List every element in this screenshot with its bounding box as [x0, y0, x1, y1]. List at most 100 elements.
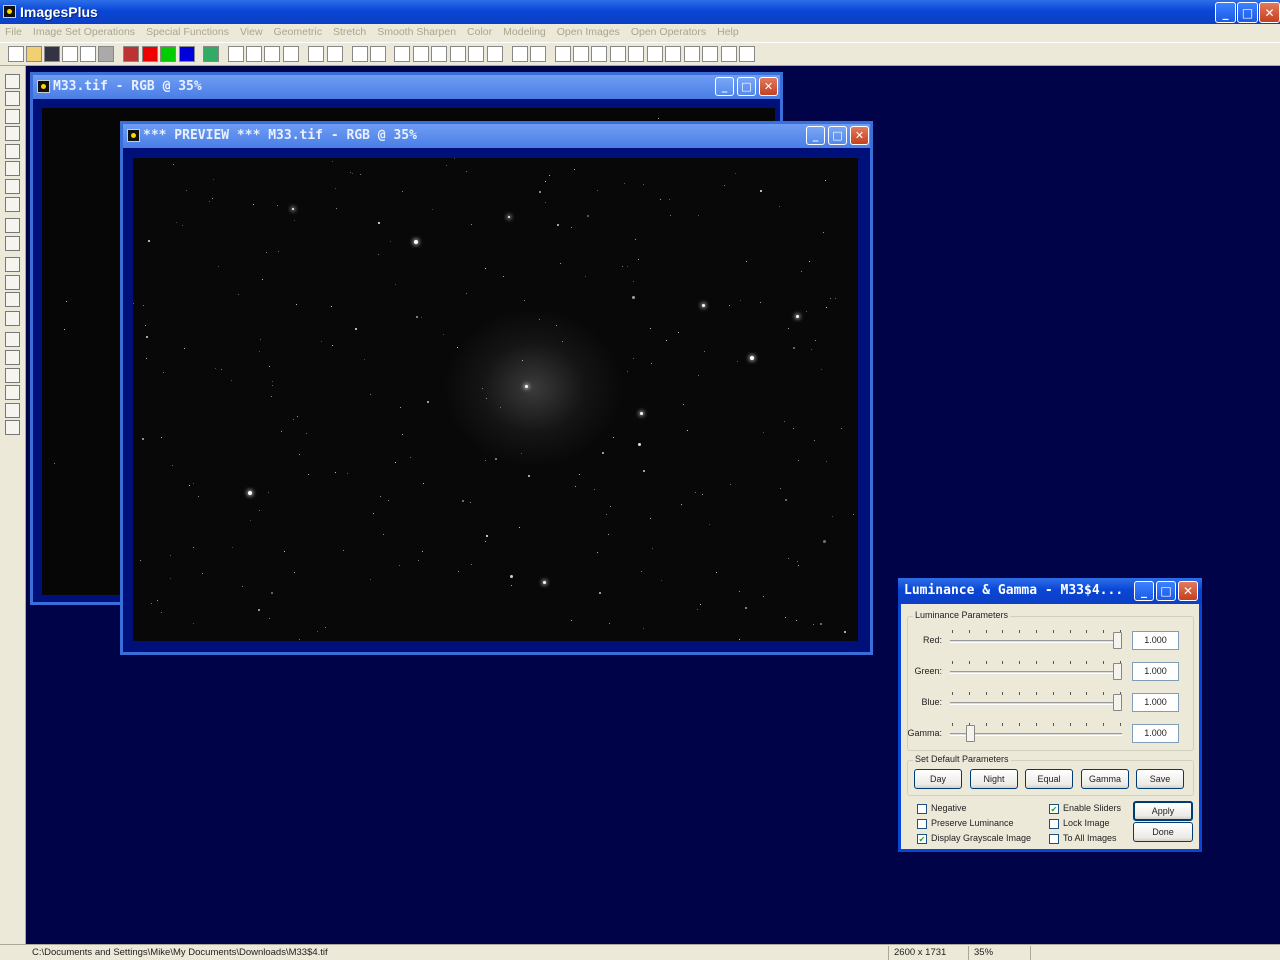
- slider-value-0[interactable]: 1.000: [1132, 631, 1179, 650]
- gradient-icon[interactable]: [5, 236, 20, 251]
- line-dots-icon[interactable]: [352, 46, 368, 62]
- square-tiny-icon[interactable]: [721, 46, 737, 62]
- preset-button-gamma[interactable]: Gamma: [1081, 769, 1129, 789]
- slider-track-2[interactable]: [950, 702, 1122, 705]
- menu-item[interactable]: Open Images: [557, 24, 625, 42]
- app-minimize-button[interactable]: _: [1215, 2, 1236, 23]
- checkbox-to-all-images[interactable]: [1049, 834, 1059, 844]
- move-icon[interactable]: [5, 332, 20, 347]
- menu-item[interactable]: Modeling: [503, 24, 551, 42]
- new-file-icon[interactable]: [8, 46, 24, 62]
- zoom-reset-icon[interactable]: [610, 46, 626, 62]
- checkbox-enable-sliders[interactable]: ✔: [1049, 804, 1059, 814]
- menu-item[interactable]: Special Functions: [146, 24, 234, 42]
- color-picker-icon[interactable]: [487, 46, 503, 62]
- box-select-icon[interactable]: [5, 257, 20, 272]
- checkbox-preserve-luminance[interactable]: [917, 819, 927, 829]
- menu-item[interactable]: View: [240, 24, 268, 42]
- point-red-icon[interactable]: [327, 46, 343, 62]
- redo-all-icon[interactable]: [283, 46, 299, 62]
- clock-icon[interactable]: [5, 218, 20, 233]
- preview-image-window[interactable]: *** PREVIEW *** M33.tif - RGB @ 35% _ □ …: [120, 121, 873, 655]
- dialog-close-button[interactable]: ✕: [1178, 581, 1198, 601]
- menu-item[interactable]: File: [5, 24, 27, 42]
- slider-thumb-0[interactable]: [1113, 632, 1122, 649]
- preset-button-equal[interactable]: Equal: [1025, 769, 1073, 789]
- slider-value-3[interactable]: 1.000: [1132, 724, 1179, 743]
- preset-button-day[interactable]: Day: [914, 769, 962, 789]
- layers-icon[interactable]: [5, 179, 20, 194]
- slider-value-1[interactable]: 1.000: [1132, 662, 1179, 681]
- preset-button-save[interactable]: Save: [1136, 769, 1184, 789]
- checkbox-negative[interactable]: [917, 804, 927, 814]
- pencil-icon[interactable]: [512, 46, 528, 62]
- red-channel-tool-icon[interactable]: [5, 109, 20, 124]
- undo-all-icon[interactable]: [264, 46, 280, 62]
- crop-red-icon[interactable]: [5, 311, 20, 326]
- dialog-minimize-button[interactable]: _: [1134, 581, 1154, 601]
- arrow-up-icon[interactable]: [5, 350, 20, 365]
- scatter-icon[interactable]: [370, 46, 386, 62]
- black-square-icon[interactable]: [5, 91, 20, 106]
- copy-icon[interactable]: [98, 46, 114, 62]
- arrow-right-icon[interactable]: [5, 368, 20, 383]
- preview-window-titlebar[interactable]: *** PREVIEW *** M33.tif - RGB @ 35% _ □ …: [123, 124, 870, 148]
- slider-track-1[interactable]: [950, 671, 1122, 674]
- flip-icon[interactable]: [5, 420, 20, 435]
- square-large-icon[interactable]: [665, 46, 681, 62]
- menu-item[interactable]: Smooth Sharpen: [377, 24, 461, 42]
- apply-button[interactable]: Apply: [1133, 801, 1193, 821]
- preview-image-canvas[interactable]: [133, 158, 858, 641]
- app-close-button[interactable]: ✕: [1259, 2, 1280, 23]
- app-maximize-button[interactable]: □: [1237, 2, 1258, 23]
- checkbox-lock-image[interactable]: [1049, 819, 1059, 829]
- slider-thumb-1[interactable]: [1113, 663, 1122, 680]
- levels-icon[interactable]: [413, 46, 429, 62]
- crosshair-add-icon[interactable]: [431, 46, 447, 62]
- slider-thumb-2[interactable]: [1113, 694, 1122, 711]
- checkbox-display-grayscale-image[interactable]: ✔: [917, 834, 927, 844]
- save-icon[interactable]: [44, 46, 60, 62]
- grid-icon[interactable]: [468, 46, 484, 62]
- grayscale-icon[interactable]: [203, 46, 219, 62]
- menu-item[interactable]: Image Set Operations: [33, 24, 140, 42]
- mono-square-icon[interactable]: [5, 197, 20, 212]
- menu-item[interactable]: Help: [717, 24, 744, 42]
- square-medium-icon[interactable]: [684, 46, 700, 62]
- slider-track-3[interactable]: [950, 733, 1122, 736]
- menu-item[interactable]: Stretch: [333, 24, 371, 42]
- preset-button-night[interactable]: Night: [970, 769, 1018, 789]
- zoom-out-icon[interactable]: [573, 46, 589, 62]
- point-icon[interactable]: [308, 46, 324, 62]
- blue-channel-icon[interactable]: [179, 46, 195, 62]
- color-merge-icon[interactable]: [5, 161, 20, 176]
- histogram-icon[interactable]: [394, 46, 410, 62]
- original-window-titlebar[interactable]: M33.tif - RGB @ 35% _ □ ✕: [33, 75, 780, 99]
- zoom-fit-icon[interactable]: [591, 46, 607, 62]
- menu-item[interactable]: Open Operators: [631, 24, 711, 42]
- square-dot-icon[interactable]: [739, 46, 755, 62]
- slider-value-2[interactable]: 1.000: [1132, 693, 1179, 712]
- save-tool-icon[interactable]: [5, 74, 20, 89]
- close-all-icon[interactable]: [80, 46, 96, 62]
- remove-frame-icon[interactable]: [647, 46, 663, 62]
- menu-item[interactable]: Color: [467, 24, 497, 42]
- preview-minimize-button[interactable]: _: [806, 126, 825, 145]
- blue-channel-tool-icon[interactable]: [5, 144, 20, 159]
- align-icon[interactable]: [5, 275, 20, 290]
- zoom-in-icon[interactable]: [555, 46, 571, 62]
- app-icon[interactable]: [3, 5, 16, 18]
- rotate-right-icon[interactable]: [5, 403, 20, 418]
- open-file-icon[interactable]: [26, 46, 42, 62]
- mosaic-icon[interactable]: [530, 46, 546, 62]
- dialog-titlebar[interactable]: Luminance & Gamma - M33$4... _ □ ✕: [898, 578, 1202, 604]
- preview-close-button[interactable]: ✕: [850, 126, 869, 145]
- preview-maximize-button[interactable]: □: [828, 126, 847, 145]
- slider-track-0[interactable]: [950, 640, 1122, 643]
- original-minimize-button[interactable]: _: [715, 77, 734, 96]
- levels-tool-icon[interactable]: [5, 292, 20, 307]
- green-channel-icon[interactable]: [160, 46, 176, 62]
- redo-icon[interactable]: [246, 46, 262, 62]
- original-close-button[interactable]: ✕: [759, 77, 778, 96]
- rgb-channels-icon[interactable]: [123, 46, 139, 62]
